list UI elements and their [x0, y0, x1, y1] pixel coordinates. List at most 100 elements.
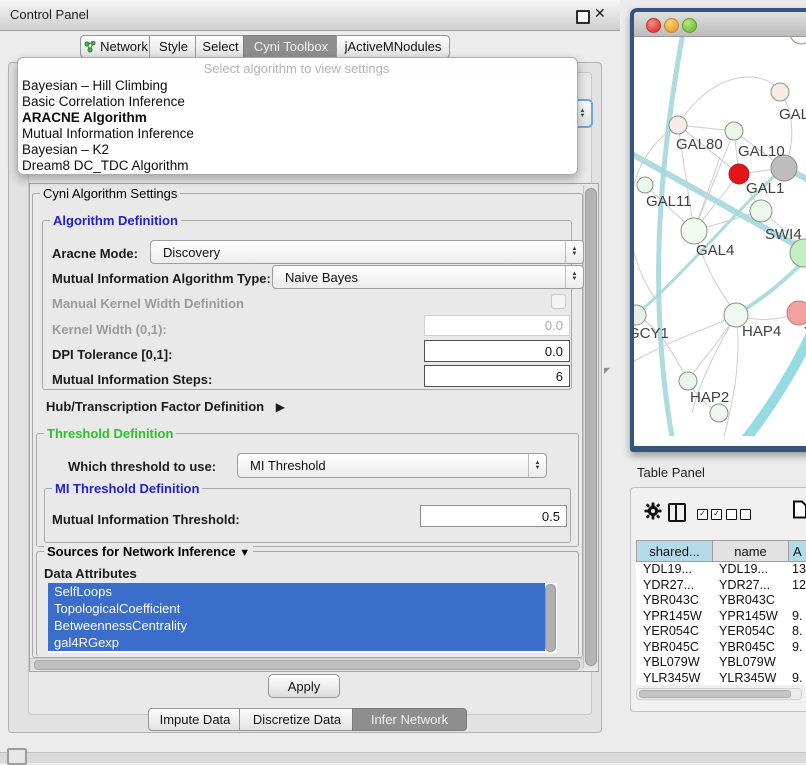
float-panel-icon[interactable] — [576, 10, 590, 24]
list-item[interactable]: BetweennessCentrality — [48, 617, 545, 634]
cell — [789, 593, 806, 609]
cell: YER054C — [636, 624, 713, 640]
network-node[interactable] — [790, 37, 806, 44]
tab-network-label: Network — [100, 39, 148, 54]
settings-hscrollbar-thumb[interactable] — [34, 660, 580, 670]
close-traffic-light[interactable] — [646, 18, 661, 33]
dropdown-option[interactable]: Bayesian – Hill Climbing — [22, 78, 168, 94]
cell: 8. — [789, 624, 806, 640]
cell: YER054C — [713, 624, 789, 640]
expanded-arrow-icon: ▼ — [239, 547, 250, 559]
table-row[interactable]: YER054CYER054C8. — [636, 624, 806, 640]
table-row[interactable]: YBR043CYBR043C — [636, 593, 806, 609]
deselect-all-checks-icon[interactable] — [726, 509, 751, 520]
network-node[interactable] — [637, 177, 653, 193]
cell: YLR345W — [636, 671, 713, 686]
network-canvas[interactable]: GAL GAL80 GAL10 GAL1 GAL11 GAL4 SWI4 GCY… — [634, 37, 806, 436]
aracne-mode-value: Discovery — [163, 245, 220, 260]
table-row[interactable]: YLR345WYLR345W9. — [636, 671, 806, 686]
table-panel-title: Table Panel — [637, 465, 705, 480]
cell: 12 — [789, 578, 806, 594]
aracne-mode-select[interactable]: Discovery ▲▼ — [150, 240, 584, 264]
table-row[interactable]: YBR045CYBR045C9. — [636, 640, 806, 656]
cell: 9. — [789, 671, 806, 686]
dropdown-option-selected[interactable]: ARACNE Algorithm — [22, 110, 147, 126]
minimized-panel-icon[interactable] — [7, 748, 27, 765]
dpi-tolerance-field[interactable]: 0.0 — [424, 340, 570, 362]
network-node[interactable] — [725, 122, 743, 140]
list-item[interactable]: gal4RGexp — [48, 634, 545, 651]
network-node[interactable] — [710, 404, 728, 422]
zoom-traffic-light[interactable] — [682, 18, 697, 33]
network-view-window[interactable]: GAL GAL80 GAL10 GAL1 GAL11 GAL4 SWI4 GCY… — [630, 8, 806, 452]
table-body[interactable]: YDL19...YDL19...13 YDR27...YDR27...12 YB… — [636, 562, 806, 685]
tab-impute-data-label: Impute Data — [160, 712, 231, 727]
network-node[interactable] — [679, 372, 697, 390]
column-header[interactable]: A — [789, 540, 806, 562]
tab-cyni-toolbox[interactable]: Cyni Toolbox — [243, 35, 339, 58]
manual-kernel-checkbox[interactable] — [551, 294, 566, 309]
table-header-row: shared... name A — [636, 540, 806, 562]
tab-infer-network[interactable]: Infer Network — [352, 708, 467, 731]
mi-type-label: Mutual Information Algorithm Type: — [52, 271, 271, 286]
mit-field[interactable]: 0.5 — [420, 505, 567, 527]
tab-style[interactable]: Style — [149, 35, 198, 58]
table-row[interactable]: YDR27...YDR27...12 — [636, 578, 806, 594]
list-item[interactable]: TopologicalCoefficient — [48, 600, 545, 617]
network-node[interactable] — [787, 301, 806, 325]
collapsed-arrow-icon: ▶ — [276, 400, 285, 414]
which-threshold-select[interactable]: MI Threshold ▲▼ — [237, 453, 547, 478]
control-panel-titlebar — [0, 0, 620, 31]
node-label: GAL4 — [696, 242, 734, 259]
data-attributes-list[interactable]: SelfLoops TopologicalCoefficient Between… — [48, 583, 557, 653]
tab-impute-data[interactable]: Impute Data — [148, 708, 242, 731]
network-node[interactable] — [669, 116, 687, 134]
table-row[interactable]: YDL19...YDL19...13 — [636, 562, 806, 578]
dropdown-option[interactable]: Basic Correlation Inference — [22, 94, 185, 110]
mi-type-select[interactable]: Naive Bayes ▲▼ — [272, 265, 584, 289]
new-table-icon[interactable] — [792, 500, 806, 519]
app-root: Control Panel ✕ Network Style Select Cyn… — [0, 0, 806, 762]
apply-button[interactable]: Apply — [268, 674, 340, 698]
dropdown-option[interactable]: Dream8 DC_TDC Algorithm — [22, 158, 189, 174]
apply-button-label: Apply — [288, 679, 321, 694]
data-attributes-label: Data Attributes — [44, 566, 137, 581]
panel-splitter-handle[interactable]: ◤ — [604, 366, 610, 375]
list-item[interactable]: SelfLoops — [48, 583, 545, 600]
network-node[interactable] — [771, 83, 789, 101]
table-row[interactable]: YPR145WYPR145W9. — [636, 609, 806, 625]
network-node[interactable] — [750, 200, 772, 222]
select-all-checks-icon[interactable]: ✓✓ — [697, 509, 722, 520]
network-node[interactable] — [681, 218, 707, 244]
dropdown-option[interactable]: Bayesian – K2 — [22, 142, 109, 158]
hub-definition-label: Hub/Transcription Factor Definition — [46, 399, 264, 414]
settings-vscrollbar-thumb[interactable] — [585, 188, 597, 666]
gear-icon[interactable] — [644, 502, 662, 520]
attributes-scrollbar-thumb[interactable] — [545, 584, 556, 652]
tab-select[interactable]: Select — [195, 35, 246, 58]
node-label: GAL80 — [676, 136, 723, 153]
mi-threshold-title: MI Threshold Definition — [52, 482, 202, 495]
mi-steps-field[interactable]: 6 — [424, 365, 570, 387]
stepper-arrows-icon: ▲▼ — [565, 266, 583, 288]
tab-jactivemnodules[interactable]: jActiveMNodules — [336, 35, 450, 58]
minimize-traffic-light[interactable] — [664, 18, 679, 33]
columns-icon[interactable] — [668, 503, 686, 522]
tab-network[interactable]: Network — [80, 35, 152, 58]
table-hscrollbar-thumb[interactable] — [639, 690, 791, 698]
which-threshold-label: Which threshold to use: — [68, 459, 216, 474]
cell: YPR145W — [636, 609, 713, 625]
sources-toggle[interactable]: Sources for Network Inference ▼ — [44, 545, 253, 560]
cell: YDL19... — [636, 562, 713, 578]
tab-discretize-data[interactable]: Discretize Data — [239, 708, 355, 731]
hub-definition-toggle[interactable]: Hub/Transcription Factor Definition ▶ — [46, 399, 285, 414]
column-header[interactable]: name — [713, 540, 789, 562]
cell: YBR043C — [713, 593, 789, 609]
table-row[interactable]: YBL079WYBL079W — [636, 655, 806, 671]
mi-type-value: Naive Bayes — [285, 270, 358, 285]
dropdown-option[interactable]: Mutual Information Inference — [22, 126, 194, 142]
table-hscrollbar-track[interactable] — [636, 688, 802, 700]
close-panel-icon[interactable]: ✕ — [594, 5, 606, 22]
column-header[interactable]: shared... — [636, 540, 713, 562]
tab-style-label: Style — [159, 39, 188, 54]
